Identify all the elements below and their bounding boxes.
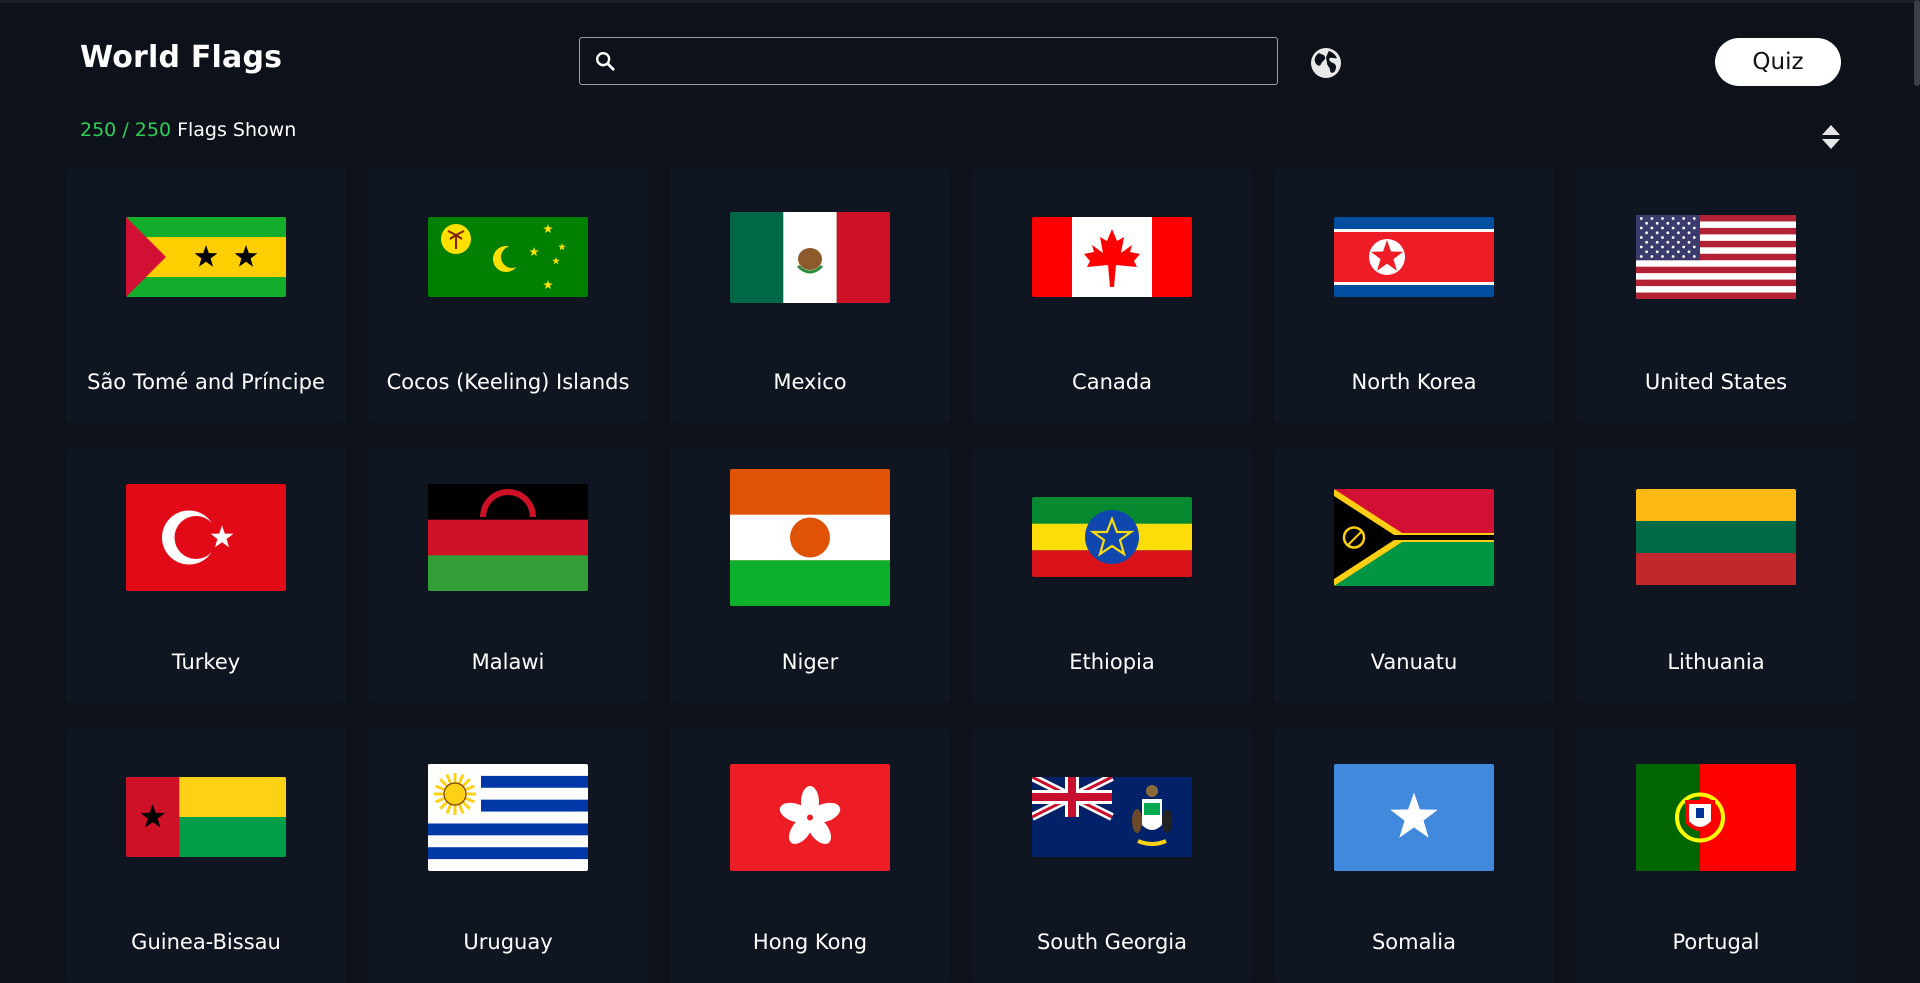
flag-name: Turkey xyxy=(171,650,241,674)
total-count: 250 xyxy=(134,119,172,141)
app-header: World Flags Quiz xyxy=(0,0,1920,120)
flag-name: South Georgia xyxy=(1036,930,1188,954)
flag-card[interactable]: São Tomé and Príncipe xyxy=(66,167,346,423)
flag-card[interactable]: Niger xyxy=(670,447,950,703)
scrollbar-thumb[interactable] xyxy=(1914,0,1920,86)
flag-card[interactable]: Hong Kong xyxy=(670,727,950,983)
flag-mw-image xyxy=(428,483,588,591)
flag-cc-image xyxy=(428,217,588,297)
flag-name: Niger xyxy=(781,650,839,674)
app-title: World Flags xyxy=(80,40,283,75)
flag-tr-image xyxy=(126,483,286,591)
quiz-button[interactable]: Quiz xyxy=(1715,38,1841,86)
flag-image-wrap xyxy=(368,447,648,627)
flag-card[interactable]: United States xyxy=(1576,167,1856,423)
flag-us-image xyxy=(1636,215,1796,299)
flag-so-image xyxy=(1334,763,1494,871)
flag-card[interactable]: Uruguay xyxy=(368,727,648,983)
flag-image-wrap xyxy=(1274,167,1554,347)
flags-count: 250 / 250 Flags Shown xyxy=(80,119,296,141)
flag-name: Vanuatu xyxy=(1370,650,1458,674)
flag-image-wrap xyxy=(66,447,346,627)
flag-card[interactable]: Somalia xyxy=(1274,727,1554,983)
flag-image-wrap xyxy=(972,727,1252,907)
flag-card[interactable]: Guinea-Bissau xyxy=(66,727,346,983)
flag-image-wrap xyxy=(66,167,346,347)
flag-name: São Tomé and Príncipe xyxy=(87,370,325,394)
flag-image-wrap xyxy=(1576,167,1856,347)
flag-image-wrap xyxy=(1274,447,1554,627)
flag-name: Lithuania xyxy=(1667,650,1765,674)
flag-card[interactable]: Canada xyxy=(972,167,1252,423)
flag-image-wrap xyxy=(1576,447,1856,627)
globe-icon[interactable] xyxy=(1310,47,1342,79)
flag-name: Malawi xyxy=(471,650,545,674)
flag-image-wrap xyxy=(66,727,346,907)
flag-card[interactable]: South Georgia xyxy=(972,727,1252,983)
flag-card[interactable]: Ethiopia xyxy=(972,447,1252,703)
flag-mx-image xyxy=(730,211,890,303)
flag-card[interactable]: Portugal xyxy=(1576,727,1856,983)
flag-name: Portugal xyxy=(1672,930,1760,954)
flag-name: Hong Kong xyxy=(752,930,868,954)
flag-vu-image xyxy=(1334,488,1494,586)
search-box[interactable] xyxy=(579,37,1278,85)
flag-hk-image xyxy=(730,763,890,871)
flag-image-wrap xyxy=(1274,727,1554,907)
flag-card[interactable]: Vanuatu xyxy=(1274,447,1554,703)
flag-grid: São Tomé and Príncipe Cocos (Keeling) Isl… xyxy=(66,167,1856,983)
flag-ca-image xyxy=(1032,217,1192,297)
flag-image-wrap xyxy=(1576,727,1856,907)
count-suffix: Flags Shown xyxy=(177,119,297,141)
flag-pt-image xyxy=(1636,763,1796,871)
flag-card[interactable]: Turkey xyxy=(66,447,346,703)
flag-gs-image xyxy=(1032,777,1192,857)
flag-name: United States xyxy=(1644,370,1788,394)
flag-card[interactable]: North Korea xyxy=(1274,167,1554,423)
flag-name: Somalia xyxy=(1371,930,1457,954)
flag-name: Guinea-Bissau xyxy=(131,930,281,954)
flag-gw-image xyxy=(126,777,286,857)
flag-ne-image xyxy=(730,468,890,606)
flag-name: Mexico xyxy=(773,370,847,394)
flag-name: North Korea xyxy=(1351,370,1477,394)
flag-card[interactable]: Malawi xyxy=(368,447,648,703)
search-input[interactable] xyxy=(628,44,1262,80)
flag-image-wrap xyxy=(972,447,1252,627)
flag-image-wrap xyxy=(670,447,950,627)
flag-name: Canada xyxy=(1072,370,1152,394)
flag-image-wrap xyxy=(368,167,648,347)
flag-image-wrap xyxy=(670,167,950,347)
flag-et-image xyxy=(1032,497,1192,577)
flag-card[interactable]: Cocos (Keeling) Islands xyxy=(368,167,648,423)
count-separator: / xyxy=(122,119,129,141)
shown-count: 250 xyxy=(80,119,117,141)
flag-lt-image xyxy=(1636,489,1796,585)
flag-st-image xyxy=(126,217,286,297)
flag-image-wrap xyxy=(670,727,950,907)
flag-name: Cocos (Keeling) Islands xyxy=(386,370,630,394)
flag-uy-image xyxy=(428,763,588,871)
flag-image-wrap xyxy=(368,727,648,907)
flag-name: Ethiopia xyxy=(1069,650,1155,674)
search-icon xyxy=(596,52,615,71)
flag-image-wrap xyxy=(972,167,1252,347)
sort-icon[interactable] xyxy=(1821,124,1841,150)
flag-kp-image xyxy=(1334,217,1494,297)
flag-card[interactable]: Lithuania xyxy=(1576,447,1856,703)
flag-name: Uruguay xyxy=(463,930,553,954)
flag-card[interactable]: Mexico xyxy=(670,167,950,423)
